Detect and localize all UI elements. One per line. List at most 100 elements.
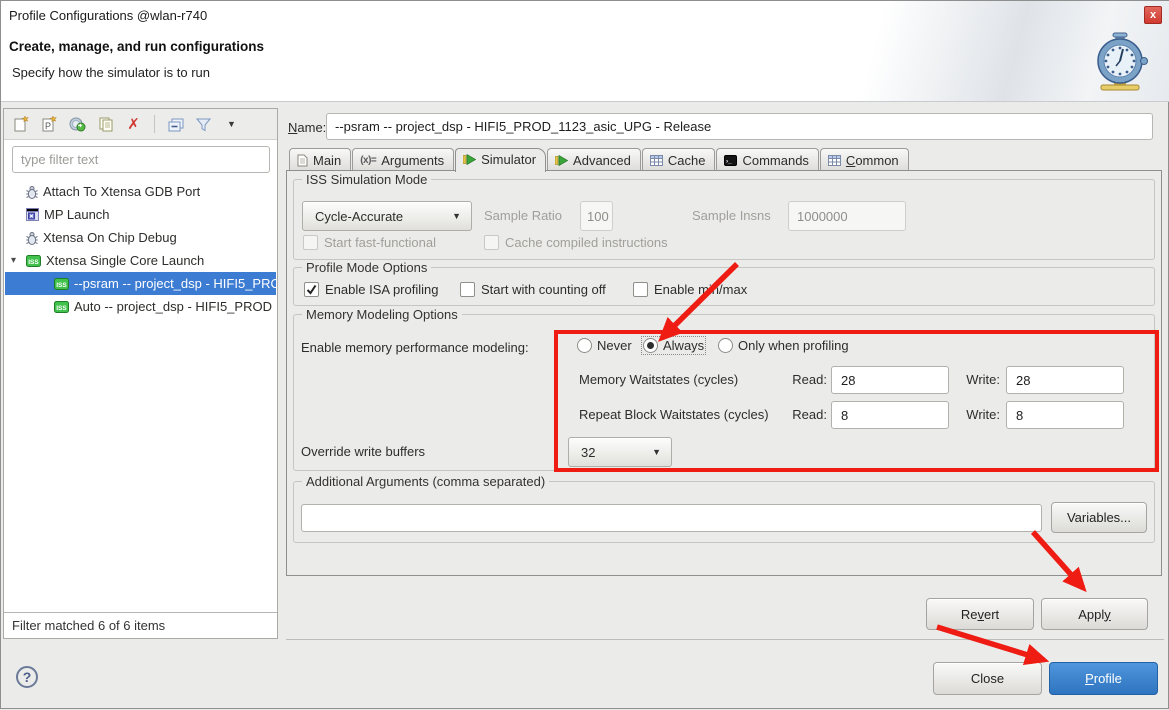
tree-expander-icon[interactable]: ▾ — [11, 255, 16, 266]
dropdown-value: Cycle-Accurate — [315, 209, 403, 224]
repeat-block-write-input[interactable] — [1006, 401, 1124, 429]
configurations-tree: Attach To Xtensa GDB Port MP Launch Xten… — [5, 180, 276, 613]
new-prototype-icon[interactable]: P — [41, 116, 58, 133]
sample-insns-input[interactable] — [788, 201, 906, 231]
read-label: Read: — [787, 372, 827, 387]
delete-icon[interactable]: ✗ — [125, 116, 142, 133]
filter-status-text: Filter matched 6 of 6 items — [4, 612, 277, 638]
stopwatch-icon — [1087, 29, 1153, 93]
radio-always[interactable]: Always — [643, 338, 704, 353]
simulation-mode-dropdown[interactable]: Cycle-Accurate ▼ — [302, 201, 472, 231]
sample-ratio-input[interactable] — [580, 201, 613, 231]
radio-icon — [577, 338, 592, 353]
tab-label: Arguments — [381, 153, 444, 168]
banner-title: Create, manage, and run configurations — [9, 39, 264, 54]
dropdown-value: 32 — [581, 445, 595, 460]
checkbox-icon — [484, 235, 499, 250]
group-title: ISS Simulation Mode — [302, 172, 431, 187]
help-button[interactable]: ? — [16, 666, 38, 688]
export-configuration-icon[interactable] — [69, 116, 86, 133]
svg-text:ISS: ISS — [28, 258, 39, 265]
tab-common[interactable]: Common — [820, 148, 909, 172]
checkbox-icon — [633, 282, 648, 297]
memory-modeling-options-group: Memory Modeling Options Enable memory pe… — [293, 314, 1155, 471]
svg-text:P: P — [45, 121, 51, 131]
table-icon — [650, 155, 663, 166]
svg-text:ISS: ISS — [56, 304, 67, 311]
svg-text:ISS: ISS — [56, 281, 67, 288]
tree-item-attach-gdb[interactable]: Attach To Xtensa GDB Port — [5, 180, 276, 203]
radio-icon — [718, 338, 733, 353]
tree-item-label: Xtensa On Chip Debug — [43, 230, 177, 245]
new-configuration-icon[interactable] — [13, 116, 30, 133]
checkbox-icon — [303, 235, 318, 250]
repeat-block-read-input[interactable] — [831, 401, 949, 429]
sidebar-toolbar: P ✗ ▼ — [4, 109, 277, 140]
write-label: Write: — [960, 372, 1000, 387]
window-title: Profile Configurations @wlan-r740 — [9, 8, 207, 23]
radio-never[interactable]: Never — [577, 338, 632, 353]
additional-arguments-input[interactable] — [301, 504, 1042, 532]
tab-label: Commands — [742, 153, 808, 168]
variables-button[interactable]: Variables... — [1051, 502, 1147, 533]
start-fast-functional-checkbox[interactable]: Start fast-functional — [303, 235, 436, 250]
apply-button[interactable]: Apply — [1041, 598, 1148, 630]
iss-simulation-mode-group: ISS Simulation Mode Cycle-Accurate ▼ Sam… — [293, 179, 1155, 260]
tree-item-label: MP Launch — [44, 207, 110, 222]
sample-insns-label: Sample Insns — [692, 208, 771, 223]
on-chip-debug-icon — [26, 231, 38, 245]
tree-item-label: --psram -- project_dsp - HIFI5_PROD_1123… — [74, 276, 276, 291]
tab-advanced[interactable]: Advanced — [547, 148, 641, 172]
tab-label: Simulator — [481, 152, 536, 167]
iss-launch-icon: ISS — [54, 301, 69, 313]
tree-item-psram-config[interactable]: ISS --psram -- project_dsp - HIFI5_PROD_… — [5, 272, 276, 295]
checkbox-checked-icon — [304, 282, 319, 297]
revert-button[interactable]: Revert — [926, 598, 1034, 630]
memory-waitstates-write-input[interactable] — [1006, 366, 1124, 394]
sample-ratio-label: Sample Ratio — [484, 208, 562, 223]
enable-min-max-checkbox[interactable]: Enable min/max — [633, 282, 747, 297]
write-label: Write: — [960, 407, 1000, 422]
tree-item-label: Xtensa Single Core Launch — [46, 253, 204, 268]
checkbox-label: Start fast-functional — [324, 235, 436, 250]
enable-isa-profiling-checkbox[interactable]: Enable ISA profiling — [304, 282, 438, 297]
filter-input[interactable] — [12, 146, 270, 173]
tree-item-auto-config[interactable]: ISS Auto -- project_dsp - HIFI5_PROD — [5, 295, 276, 318]
toolbar-menu-caret-icon[interactable]: ▼ — [223, 116, 240, 133]
tree-item-on-chip-debug[interactable]: Xtensa On Chip Debug — [5, 226, 276, 249]
profile-button[interactable]: Profile — [1049, 662, 1158, 695]
tab-cache[interactable]: Cache — [642, 148, 716, 172]
profile-mode-options-group: Profile Mode Options Enable ISA profilin… — [293, 267, 1155, 306]
start-with-counting-off-checkbox[interactable]: Start with counting off — [460, 282, 606, 297]
chevron-down-icon: ▼ — [452, 211, 461, 221]
tab-label: Cache — [668, 153, 706, 168]
tree-item-single-core-launch[interactable]: ▾ ISS Xtensa Single Core Launch — [5, 249, 276, 272]
group-title: Additional Arguments (comma separated) — [302, 474, 549, 489]
checkbox-icon — [460, 282, 475, 297]
tab-commands[interactable]: ›_ Commands — [716, 148, 818, 172]
cache-compiled-instructions-checkbox[interactable]: Cache compiled instructions — [484, 235, 668, 250]
override-write-buffers-dropdown[interactable]: 32 ▼ — [568, 437, 672, 467]
radio-only-when-profiling[interactable]: Only when profiling — [718, 338, 849, 353]
duplicate-icon[interactable] — [97, 116, 114, 133]
name-input[interactable] — [326, 113, 1153, 140]
tree-item-mp-launch[interactable]: MP Launch — [5, 203, 276, 226]
configuration-form: Name: Main (x)= Arguments Simulator — [286, 108, 1164, 640]
tab-main[interactable]: Main — [289, 148, 351, 172]
filter-icon[interactable] — [195, 116, 212, 133]
dialog-banner: Profile Configurations @wlan-r740 x Crea… — [1, 1, 1169, 102]
tab-simulator[interactable]: Simulator — [455, 148, 546, 172]
tab-arguments[interactable]: (x)= Arguments — [352, 148, 454, 172]
memory-waitstates-read-input[interactable] — [831, 366, 949, 394]
radio-label: Never — [597, 338, 632, 353]
profile-configurations-dialog: Profile Configurations @wlan-r740 x Crea… — [0, 0, 1169, 709]
close-button[interactable]: Close — [933, 662, 1042, 695]
collapse-all-icon[interactable] — [167, 116, 184, 133]
memory-waitstates-label: Memory Waitstates (cycles) — [579, 372, 738, 387]
iss-launch-icon: ISS — [54, 278, 69, 290]
window-close-button[interactable]: x — [1144, 6, 1162, 24]
toolbar-separator — [154, 115, 155, 133]
tab-label: Advanced — [573, 153, 631, 168]
checkbox-label: Cache compiled instructions — [505, 235, 668, 250]
console-icon: ›_ — [724, 155, 737, 166]
